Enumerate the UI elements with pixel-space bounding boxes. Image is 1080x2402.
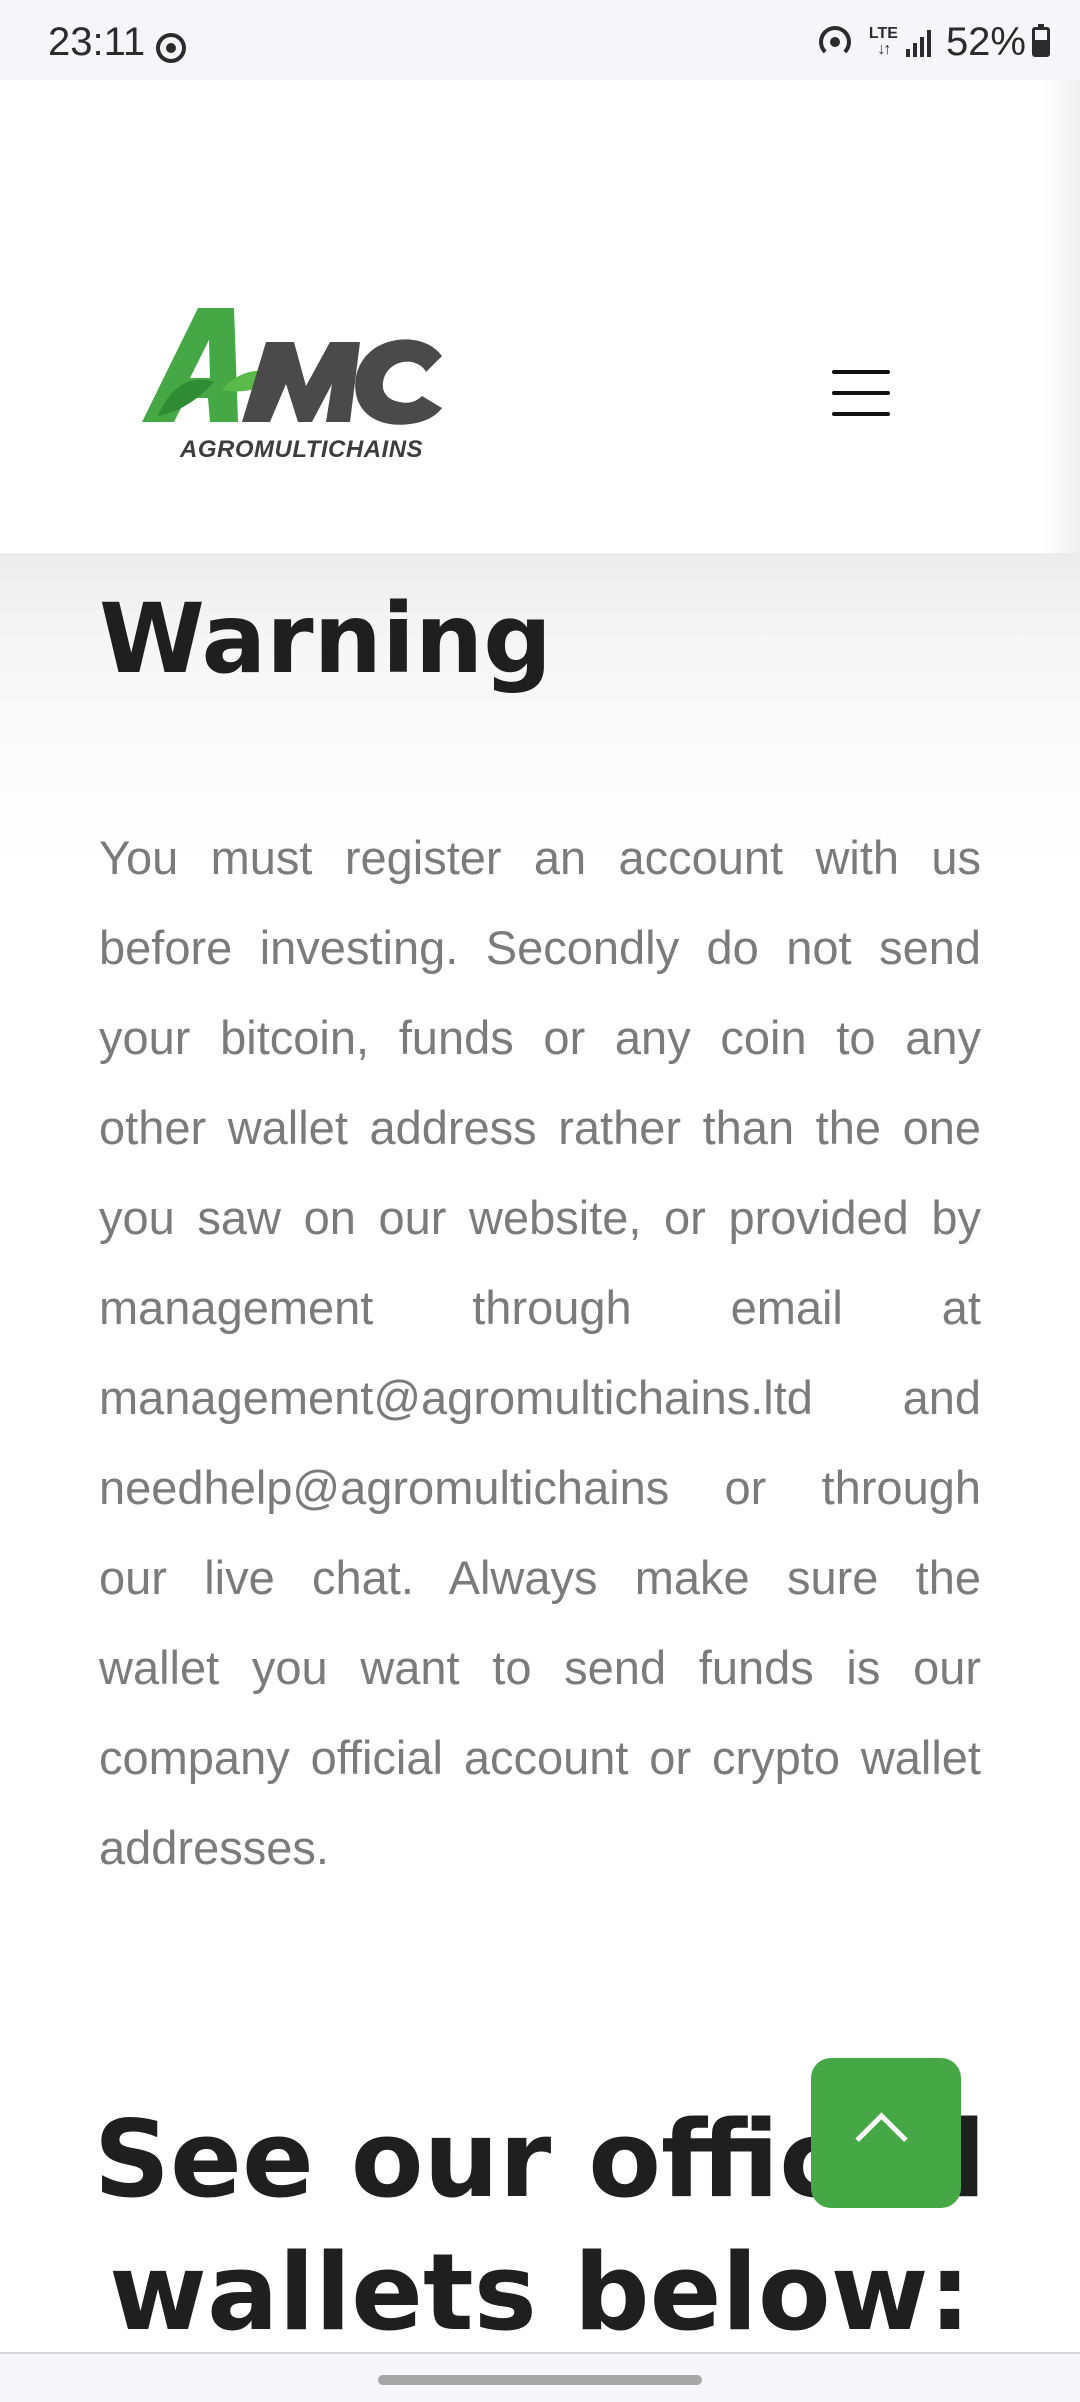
amc-logo[interactable]: AGROMULTICHAINS — [130, 210, 480, 470]
hamburger-menu-icon-bar — [832, 370, 890, 374]
hamburger-menu-icon-bar — [832, 412, 890, 416]
data-arrows-icon: ↓↑ — [877, 41, 891, 58]
navigation-gesture-bar — [0, 2352, 1080, 2402]
home-gesture-handle[interactable] — [378, 2375, 702, 2385]
chevron-up-icon — [855, 2112, 908, 2165]
status-icons: LTE ↓↑ 52% — [817, 19, 1050, 64]
warning-body-text: You must register an account with us bef… — [99, 831, 981, 1874]
header-edge-shadow — [1040, 80, 1080, 553]
network-type: LTE — [868, 25, 898, 42]
hamburger-menu-button[interactable] — [828, 362, 894, 424]
logo-text: AGROMULTICHAINS — [180, 436, 424, 463]
status-time: 23:11 — [48, 20, 146, 64]
hamburger-menu-icon-bar — [832, 391, 890, 395]
status-bar: 23:11 LTE ↓↑ 52% — [0, 0, 1080, 80]
battery-icon — [1032, 24, 1050, 57]
messenger-icon — [156, 33, 186, 63]
amc-logo-mark — [142, 308, 442, 425]
lte-icon: LTE ↓↑ — [869, 26, 898, 58]
site-header: AGROMULTICHAINS — [0, 80, 1080, 553]
signal-icon — [905, 27, 934, 57]
scroll-to-top-button[interactable] — [811, 2058, 961, 2208]
hotspot-icon — [817, 24, 853, 60]
warning-heading: Warning — [99, 583, 552, 695]
battery-percent: 52% — [945, 19, 1026, 64]
